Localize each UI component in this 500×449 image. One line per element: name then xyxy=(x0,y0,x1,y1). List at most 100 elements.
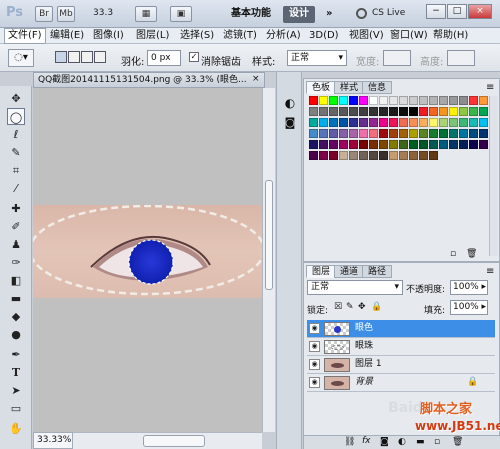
color-swatch[interactable] xyxy=(369,140,378,149)
color-swatch[interactable] xyxy=(349,140,358,149)
tab-channels[interactable]: 通道 xyxy=(334,265,365,278)
adjustments-panel-icon[interactable]: ◙ xyxy=(283,116,297,130)
color-swatch[interactable] xyxy=(449,118,458,127)
add-selection-icon[interactable] xyxy=(68,51,80,63)
color-swatch[interactable] xyxy=(409,96,418,105)
color-swatch[interactable] xyxy=(479,107,488,116)
menu-help[interactable]: 帮助(H) xyxy=(430,29,471,43)
color-swatch[interactable] xyxy=(339,129,348,138)
workspace-design[interactable]: 设计 xyxy=(283,6,315,23)
color-swatch[interactable] xyxy=(459,118,468,127)
antialias-checkbox[interactable]: ✓ xyxy=(189,52,199,62)
menu-view[interactable]: 视图(V) xyxy=(346,29,387,43)
clone-stamp-icon[interactable]: ♟ xyxy=(7,236,25,253)
color-swatch[interactable] xyxy=(449,129,458,138)
tab-layers[interactable]: 图层 xyxy=(306,265,337,278)
color-swatch[interactable] xyxy=(339,96,348,105)
vertical-scrollbar[interactable] xyxy=(262,88,275,432)
color-swatch[interactable] xyxy=(469,118,478,127)
lock-image-icon[interactable]: ✎ xyxy=(346,302,354,312)
swatch-grid[interactable] xyxy=(309,96,489,162)
color-swatch[interactable] xyxy=(429,151,438,160)
intersect-selection-icon[interactable] xyxy=(94,51,106,63)
eye-visibility-icon[interactable]: ◉ xyxy=(309,377,320,388)
color-swatch[interactable] xyxy=(389,96,398,105)
color-swatch[interactable] xyxy=(309,96,318,105)
tab-swatches[interactable]: 色板 xyxy=(306,81,337,94)
eye-image[interactable] xyxy=(33,205,262,298)
color-swatch[interactable] xyxy=(359,118,368,127)
color-swatch[interactable] xyxy=(429,96,438,105)
layer-row-eyeball[interactable]: ◉ 眼珠 xyxy=(307,338,495,356)
color-swatch[interactable] xyxy=(379,96,388,105)
color-swatch[interactable] xyxy=(329,151,338,160)
color-swatch[interactable] xyxy=(309,151,318,160)
swatch-scrollbar[interactable] xyxy=(489,96,498,256)
color-swatch[interactable] xyxy=(469,140,478,149)
color-panel-icon[interactable]: ◐ xyxy=(283,96,297,110)
color-swatch[interactable] xyxy=(379,140,388,149)
color-swatch[interactable] xyxy=(479,118,488,127)
color-swatch[interactable] xyxy=(359,107,368,116)
pen-tool-icon[interactable]: ✒ xyxy=(7,346,25,363)
color-swatch[interactable] xyxy=(399,129,408,138)
color-swatch[interactable] xyxy=(419,140,428,149)
new-selection-icon[interactable] xyxy=(55,51,67,63)
eye-visibility-icon[interactable]: ◉ xyxy=(309,341,320,352)
color-swatch[interactable] xyxy=(409,107,418,116)
color-swatch[interactable] xyxy=(419,151,428,160)
color-swatch[interactable] xyxy=(429,140,438,149)
color-swatch[interactable] xyxy=(369,129,378,138)
color-swatch[interactable] xyxy=(449,140,458,149)
panel-menu-icon[interactable]: ≡ xyxy=(486,82,494,93)
color-swatch[interactable] xyxy=(309,129,318,138)
arrange-documents-icon[interactable]: ▦ xyxy=(135,6,157,22)
document-tab[interactable]: QQ截图20141115131504.png @ 33.3% (眼色... xyxy=(33,72,265,88)
tab-paths[interactable]: 路径 xyxy=(362,265,393,278)
color-swatch[interactable] xyxy=(479,140,488,149)
color-swatch[interactable] xyxy=(339,118,348,127)
color-swatch[interactable] xyxy=(409,118,418,127)
color-swatch[interactable] xyxy=(319,151,328,160)
new-layer-icon[interactable]: ▫ xyxy=(434,437,440,447)
color-swatch[interactable] xyxy=(349,129,358,138)
gradient-tool-icon[interactable]: ▬ xyxy=(7,290,25,307)
color-swatch[interactable] xyxy=(469,129,478,138)
color-swatch[interactable] xyxy=(419,107,428,116)
maximize-button[interactable]: □ xyxy=(447,4,467,19)
cslive-button[interactable]: CS Live xyxy=(372,8,405,18)
marquee-tool-icon[interactable]: ◯ xyxy=(7,108,25,125)
color-swatch[interactable] xyxy=(319,96,328,105)
layer-row-layer1[interactable]: ◉ 图层 1 xyxy=(307,356,495,374)
color-swatch[interactable] xyxy=(429,118,438,127)
color-swatch[interactable] xyxy=(459,96,468,105)
fill-input[interactable]: 100% ▸ xyxy=(450,300,488,315)
color-swatch[interactable] xyxy=(379,151,388,160)
color-swatch[interactable] xyxy=(419,118,428,127)
new-group-icon[interactable]: ▬ xyxy=(416,437,425,447)
color-swatch[interactable] xyxy=(319,118,328,127)
color-swatch[interactable] xyxy=(399,118,408,127)
menu-3d[interactable]: 3D(D) xyxy=(306,29,342,43)
color-swatch[interactable] xyxy=(329,96,338,105)
type-tool-icon[interactable]: T xyxy=(7,364,25,381)
eye-visibility-icon[interactable]: ◉ xyxy=(309,359,320,370)
color-swatch[interactable] xyxy=(419,129,428,138)
zoom-level[interactable]: 33.3 xyxy=(93,8,113,18)
color-swatch[interactable] xyxy=(349,118,358,127)
eye-visibility-icon[interactable]: ◉ xyxy=(309,323,320,334)
color-swatch[interactable] xyxy=(349,107,358,116)
horizontal-scroll-thumb[interactable] xyxy=(143,435,205,447)
color-swatch[interactable] xyxy=(479,96,488,105)
color-swatch[interactable] xyxy=(369,118,378,127)
opacity-input[interactable]: 100% ▸ xyxy=(450,280,488,295)
style-select[interactable]: 正常 ▾ xyxy=(287,50,347,66)
color-swatch[interactable] xyxy=(399,96,408,105)
layer-row-eye-color[interactable]: ◉ 眼色 xyxy=(307,320,495,338)
color-swatch[interactable] xyxy=(389,107,398,116)
color-swatch[interactable] xyxy=(389,129,398,138)
minimize-button[interactable]: − xyxy=(426,4,446,19)
hand-tool-icon[interactable]: ✋ xyxy=(7,420,25,437)
color-swatch[interactable] xyxy=(439,118,448,127)
layer-mask-icon[interactable]: ◙ xyxy=(380,437,389,447)
